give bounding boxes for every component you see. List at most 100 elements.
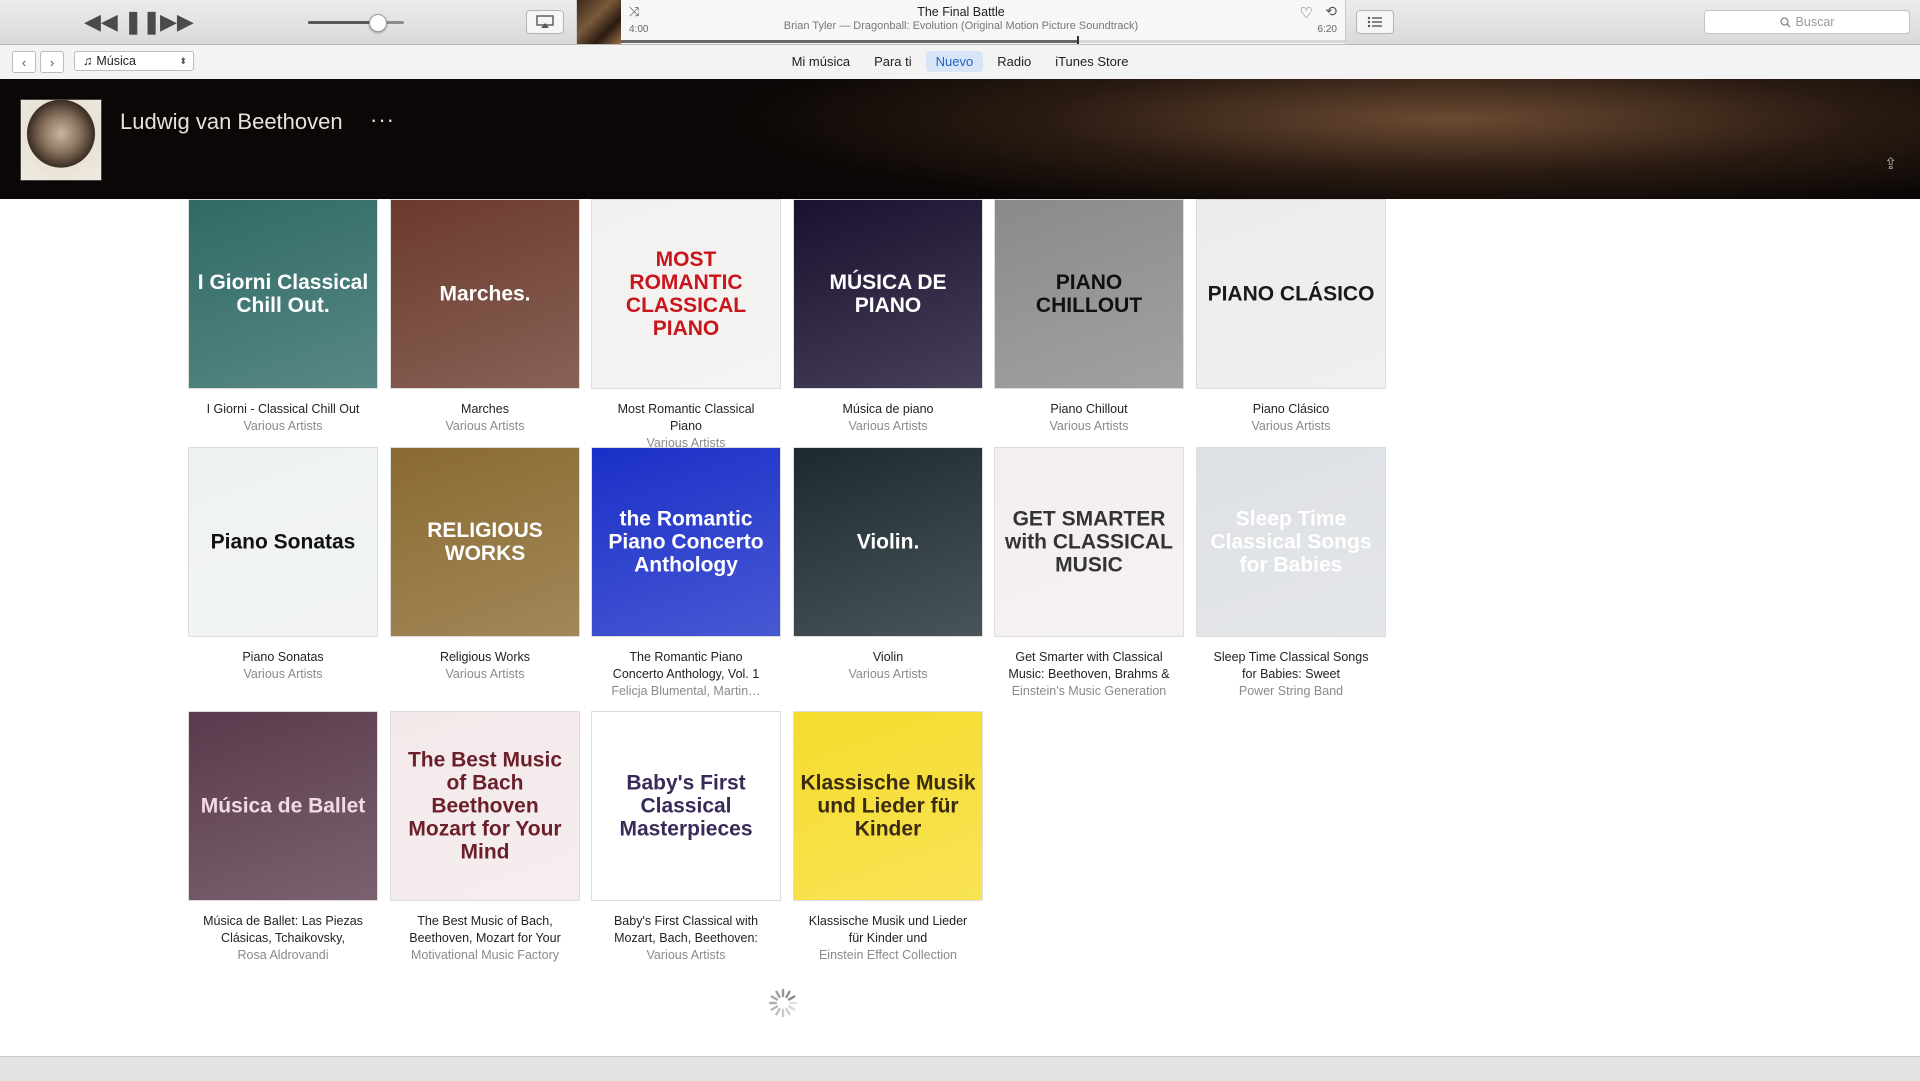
album-tile[interactable]: the Romantic Piano Concerto Anthology The… bbox=[591, 447, 781, 700]
progress-bar[interactable] bbox=[621, 36, 1345, 44]
album-artwork[interactable]: Piano Sonatas bbox=[188, 447, 378, 637]
album-artwork[interactable]: the Romantic Piano Concerto Anthology bbox=[591, 447, 781, 637]
album-artwork[interactable]: MÚSICA DE PIANO bbox=[793, 199, 983, 389]
artist-name: Ludwig van Beethoven bbox=[120, 109, 343, 134]
album-artwork[interactable]: The Best Music of Bach Beethoven Mozart … bbox=[390, 711, 580, 901]
spinner-spoke bbox=[775, 1007, 781, 1016]
album-tile[interactable]: PIANO CHILLOUT Piano Chillout Various Arti… bbox=[994, 199, 1184, 435]
artist-header: Ludwig van Beethoven ··· ⇪ bbox=[0, 79, 1920, 199]
album-title[interactable]: Sleep Time Classical Songs for Babies: S… bbox=[1196, 649, 1386, 683]
album-artist[interactable]: Einstein's Music Generation bbox=[994, 683, 1184, 700]
album-cover-text: Baby's First Classical Masterpieces bbox=[619, 771, 753, 841]
album-tile[interactable]: RELIGIOUS WORKS Religious Works Various Ar… bbox=[390, 447, 580, 683]
album-artwork[interactable]: Baby's First Classical Masterpieces bbox=[591, 711, 781, 901]
album-title[interactable]: Religious Works bbox=[390, 649, 580, 666]
album-title[interactable]: Piano Clásico bbox=[1196, 401, 1386, 418]
more-options-button[interactable]: ··· bbox=[370, 107, 395, 133]
album-cover-text: Sleep Time Classical Songs for Babies bbox=[1210, 507, 1372, 577]
search-field[interactable]: Buscar bbox=[1704, 10, 1910, 34]
now-playing-display[interactable]: ⤨ 4:00 The Final Battle Brian Tyler — Dr… bbox=[576, 0, 1346, 44]
album-artist[interactable]: Various Artists bbox=[1196, 418, 1386, 435]
album-title[interactable]: Klassische Musik und Lieder für Kinder u… bbox=[793, 913, 983, 947]
album-artist[interactable]: Einstein Effect Collection bbox=[793, 947, 983, 964]
album-cover-text: PIANO CLÁSICO bbox=[1207, 282, 1375, 306]
album-artist[interactable]: Various Artists bbox=[591, 947, 781, 964]
album-tile[interactable]: The Best Music of Bach Beethoven Mozart … bbox=[390, 711, 580, 964]
album-artwork[interactable]: PIANO CLÁSICO bbox=[1196, 199, 1386, 389]
volume-knob[interactable] bbox=[369, 14, 388, 32]
album-artwork[interactable]: Violin. bbox=[793, 447, 983, 637]
album-title[interactable]: Piano Chillout bbox=[994, 401, 1184, 418]
album-artist[interactable]: Power String Band bbox=[1196, 683, 1386, 700]
album-title[interactable]: Most Romantic Classical Piano bbox=[591, 401, 781, 435]
album-title[interactable]: I Giorni - Classical Chill Out bbox=[188, 401, 378, 418]
repeat-icon[interactable]: ⟲ bbox=[1325, 3, 1337, 20]
love-heart-icon[interactable]: ♡ bbox=[1300, 4, 1313, 22]
album-artist[interactable]: Various Artists bbox=[188, 418, 378, 435]
album-cover-text: GET SMARTER with CLASSICAL MUSIC bbox=[1005, 507, 1173, 577]
album-artwork[interactable]: Música de Ballet bbox=[188, 711, 378, 901]
spinner-spoke bbox=[775, 990, 781, 999]
album-title[interactable]: Violin bbox=[793, 649, 983, 666]
album-tile[interactable]: PIANO CLÁSICO Piano Clásico Various Artist… bbox=[1196, 199, 1386, 435]
album-tile[interactable]: Sleep Time Classical Songs for Babies Sle… bbox=[1196, 447, 1386, 700]
album-artist[interactable]: Various Artists bbox=[188, 666, 378, 683]
album-artwork[interactable]: I Giorni Classical Chill Out. bbox=[188, 199, 378, 389]
album-artist[interactable]: Various Artists bbox=[793, 666, 983, 683]
album-title[interactable]: The Best Music of Bach, Beethoven, Mozar… bbox=[390, 913, 580, 947]
album-title[interactable]: Música de piano bbox=[793, 401, 983, 418]
album-artwork[interactable]: GET SMARTER with CLASSICAL MUSIC bbox=[994, 447, 1184, 637]
tab-itunes-store[interactable]: iTunes Store bbox=[1045, 51, 1138, 72]
fast-forward-button[interactable]: ▶▶ bbox=[160, 10, 194, 34]
album-title[interactable]: Baby's First Classical with Mozart, Bach… bbox=[591, 913, 781, 947]
total-time: 6:20 bbox=[1317, 24, 1337, 35]
album-tile[interactable]: Baby's First Classical Masterpieces Baby'… bbox=[591, 711, 781, 964]
airplay-button[interactable] bbox=[526, 10, 564, 34]
rewind-button[interactable]: ◀◀ bbox=[84, 10, 118, 34]
tab-radio[interactable]: Radio bbox=[987, 51, 1041, 72]
album-title[interactable]: Piano Sonatas bbox=[188, 649, 378, 666]
loading-spinner-icon bbox=[768, 988, 798, 1018]
album-title[interactable]: Get Smarter with Classical Music: Beetho… bbox=[994, 649, 1184, 683]
album-artist[interactable]: Motivational Music Factory bbox=[390, 947, 580, 964]
album-tile[interactable]: Violin. Violin Various Artists bbox=[793, 447, 983, 683]
track-title: The Final Battle bbox=[917, 5, 1005, 19]
album-artist[interactable]: Felicja Blumental, Martin… bbox=[591, 683, 781, 700]
album-tile[interactable]: Marches. Marches Various Artists bbox=[390, 199, 580, 435]
spinner-spoke bbox=[770, 995, 779, 1001]
album-artist[interactable]: Various Artists bbox=[994, 418, 1184, 435]
spinner-spoke bbox=[787, 1005, 796, 1011]
tab-mi-musica[interactable]: Mi música bbox=[782, 51, 861, 72]
album-tile[interactable]: Klassische Musik und Lieder für Kinder Kl… bbox=[793, 711, 983, 964]
up-next-button[interactable] bbox=[1356, 10, 1394, 34]
playhead[interactable] bbox=[1077, 36, 1080, 44]
album-tile[interactable]: Piano Sonatas Piano Sonatas Various Artist… bbox=[188, 447, 378, 683]
album-artwork[interactable]: RELIGIOUS WORKS bbox=[390, 447, 580, 637]
pause-button[interactable]: ❚❚ bbox=[124, 10, 161, 34]
album-artwork[interactable]: Marches. bbox=[390, 199, 580, 389]
album-title[interactable]: The Romantic Piano Concerto Anthology, V… bbox=[591, 649, 781, 683]
volume-slider[interactable] bbox=[308, 14, 404, 32]
album-title[interactable]: Música de Ballet: Las Piezas Clásicas, T… bbox=[188, 913, 378, 947]
album-artwork[interactable]: MOST ROMANTIC CLASSICAL PIANO bbox=[591, 199, 781, 389]
album-tile[interactable]: MÚSICA DE PIANO Música de piano Various Ar… bbox=[793, 199, 983, 435]
album-artwork[interactable]: Klassische Musik und Lieder für Kinder bbox=[793, 711, 983, 901]
list-icon bbox=[1367, 16, 1382, 28]
share-icon[interactable]: ⇪ bbox=[1884, 154, 1897, 174]
album-artist[interactable]: Rosa Aldrovandi bbox=[188, 947, 378, 964]
album-tile[interactable]: I Giorni Classical Chill Out. I Giorni - … bbox=[188, 199, 378, 435]
album-artist[interactable]: Various Artists bbox=[793, 418, 983, 435]
album-artist[interactable]: Various Artists bbox=[390, 666, 580, 683]
search-icon bbox=[1779, 16, 1791, 27]
tab-para-ti[interactable]: Para ti bbox=[864, 51, 922, 72]
album-title[interactable]: Marches bbox=[390, 401, 580, 418]
album-tile[interactable]: GET SMARTER with CLASSICAL MUSIC Get Smar… bbox=[994, 447, 1184, 700]
artist-portrait bbox=[20, 99, 102, 181]
tab-nuevo[interactable]: Nuevo bbox=[925, 51, 984, 72]
airplay-icon bbox=[536, 15, 554, 28]
album-tile[interactable]: Música de Ballet Música de Ballet: Las Pi… bbox=[188, 711, 378, 964]
album-artist[interactable]: Various Artists bbox=[390, 418, 580, 435]
album-artwork[interactable]: PIANO CHILLOUT bbox=[994, 199, 1184, 389]
album-artwork[interactable]: Sleep Time Classical Songs for Babies bbox=[1196, 447, 1386, 637]
album-tile[interactable]: MOST ROMANTIC CLASSICAL PIANO Most Romant… bbox=[591, 199, 781, 452]
